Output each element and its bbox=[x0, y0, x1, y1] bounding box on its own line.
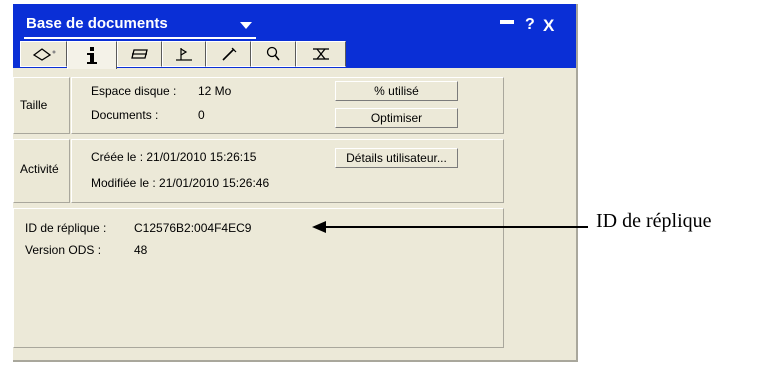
documents-label: Documents : bbox=[91, 108, 159, 122]
advanced-icon bbox=[221, 47, 236, 61]
print-icon bbox=[130, 49, 148, 59]
disk-space-label: Espace disque : bbox=[91, 84, 177, 98]
size-content: Espace disque : 12 Mo Documents : 0 % ut… bbox=[71, 77, 504, 134]
activity-content: Créée le : 21/01/2010 15:26:15 Modifiée … bbox=[71, 139, 504, 203]
percent-used-button[interactable]: % utilisé bbox=[335, 81, 458, 101]
ods-version-value: 48 bbox=[134, 243, 148, 257]
size-label: Taille bbox=[20, 98, 48, 112]
user-details-button[interactable]: Détails utilisateur... bbox=[335, 148, 458, 168]
design-icon bbox=[176, 48, 192, 61]
documents-value: 0 bbox=[198, 108, 205, 122]
security-icon bbox=[313, 48, 329, 60]
dialog-title: Base de documents bbox=[26, 15, 168, 32]
pin-icon[interactable] bbox=[500, 20, 514, 24]
properties-type-dropdown[interactable]: Base de documents bbox=[24, 15, 256, 39]
info-icon bbox=[87, 46, 97, 64]
tab-security[interactable] bbox=[296, 41, 346, 67]
tab-database[interactable] bbox=[20, 41, 67, 67]
replica-id-label: ID de réplique : bbox=[25, 221, 107, 235]
disk-space-value: 12 Mo bbox=[198, 84, 232, 98]
size-label-box: Taille bbox=[13, 77, 70, 134]
tab-search[interactable] bbox=[251, 41, 296, 67]
tab-design[interactable] bbox=[162, 41, 206, 67]
tab-info[interactable] bbox=[67, 41, 117, 69]
database-properties-icon bbox=[32, 48, 55, 61]
tab-advanced[interactable] bbox=[206, 41, 251, 67]
properties-dialog: Base de documents ? X Taille Espace disq… bbox=[13, 4, 578, 362]
activity-label-box: Activité bbox=[13, 139, 70, 203]
ods-version-label: Version ODS : bbox=[25, 243, 102, 257]
activity-label: Activité bbox=[20, 162, 59, 176]
tab-print[interactable] bbox=[117, 41, 162, 67]
annotation-label: ID de réplique bbox=[596, 210, 712, 232]
optimize-button[interactable]: Optimiser bbox=[335, 108, 458, 128]
created-date: Créée le : 21/01/2010 15:26:15 bbox=[91, 150, 257, 164]
replica-section: ID de réplique : C12576B2:004F4EC9 Versi… bbox=[13, 208, 504, 348]
chevron-down-icon bbox=[240, 22, 252, 29]
search-icon bbox=[266, 46, 280, 61]
title-bar: Base de documents ? X bbox=[13, 4, 576, 69]
replica-id-value: C12576B2:004F4EC9 bbox=[134, 221, 252, 235]
annotation-arrow bbox=[318, 226, 588, 228]
modified-date: Modifiée le : 21/01/2010 15:26:46 bbox=[91, 176, 270, 190]
close-button[interactable]: X bbox=[543, 16, 554, 36]
help-button[interactable]: ? bbox=[525, 16, 535, 34]
